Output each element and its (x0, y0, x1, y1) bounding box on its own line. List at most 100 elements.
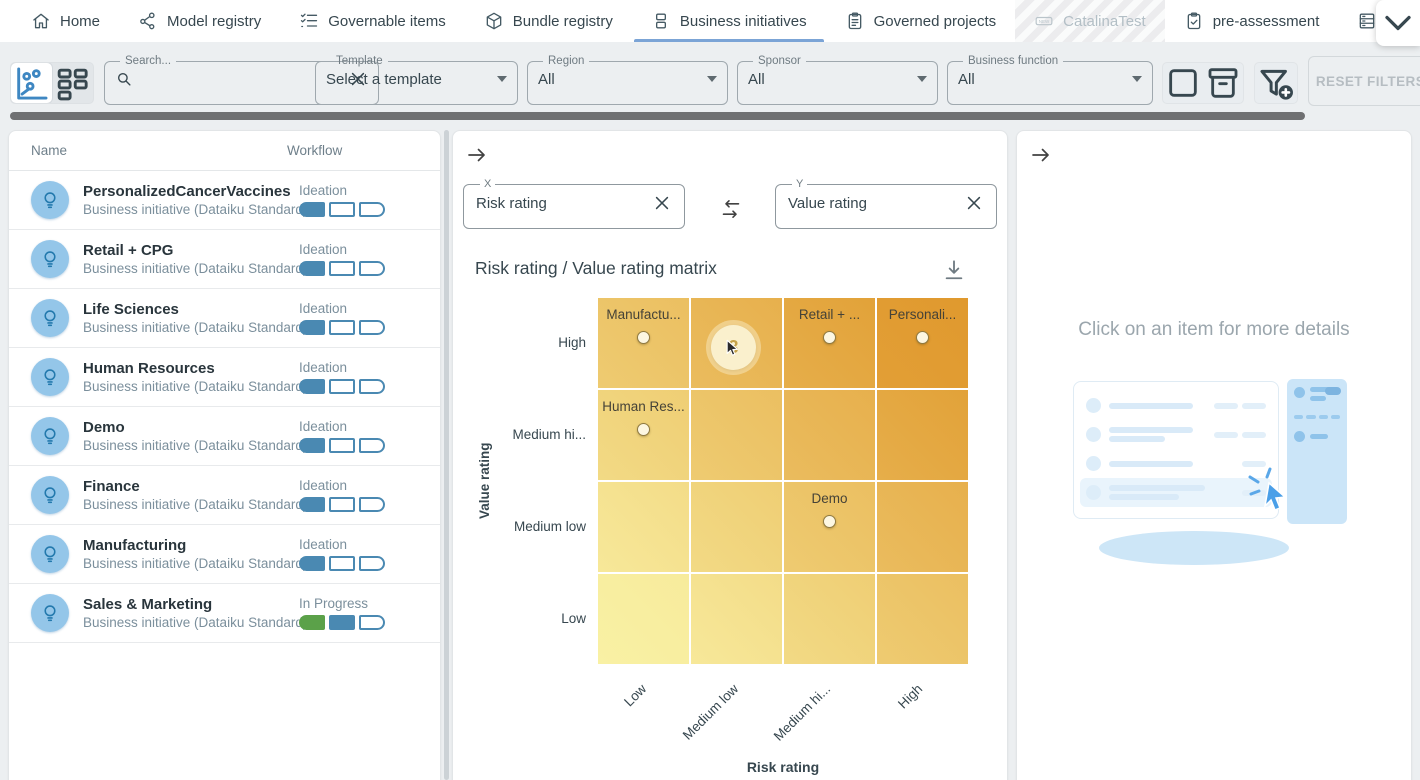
search-label: Search... (120, 55, 176, 67)
tab-model-registry[interactable]: Model registry (119, 0, 280, 42)
collapse-matrix-panel-button[interactable] (465, 143, 489, 167)
kanban-icon (52, 63, 93, 104)
matrix-point[interactable] (637, 423, 650, 436)
tab-home[interactable]: Home (12, 0, 119, 42)
top-nav: HomeModel registry Governable items Bundle… (0, 0, 1420, 42)
status-filter-toggle (1162, 62, 1244, 104)
tab-governable-items[interactable]: Governable items (280, 0, 465, 42)
arrow-right-icon (465, 143, 489, 167)
caret-down-icon (707, 76, 717, 82)
matrix-cell[interactable] (877, 482, 968, 572)
lightbulb-icon (39, 189, 61, 211)
tab-catalinatest[interactable]: NEWCatalinaTest (1015, 0, 1165, 42)
search-icon (115, 70, 133, 88)
vertical-scrollbar[interactable] (444, 130, 449, 780)
matrix-cell[interactable]: Manufactu... (598, 298, 689, 388)
tab-label: Bundle registry (513, 13, 613, 30)
active-items-button[interactable] (1163, 63, 1203, 103)
template-label: Template (331, 55, 388, 67)
matrix-point-label: Personali... (877, 307, 968, 322)
swap-horizontal-icon (719, 197, 743, 221)
matrix-cell[interactable] (877, 390, 968, 480)
matrix-cell[interactable] (691, 574, 782, 664)
matrix-view-button[interactable] (11, 63, 52, 103)
matrix-cell[interactable] (598, 482, 689, 572)
filter-plus-icon (1255, 63, 1297, 105)
scatter-chart-icon (11, 63, 52, 104)
matrix-cluster[interactable]: 3 (711, 325, 756, 370)
list-item[interactable]: FinanceBusiness initiative (Dataiku Stan… (9, 466, 440, 525)
y-tick-label: Medium hi... (481, 426, 586, 444)
y-axis-select[interactable]: Y Value rating (775, 179, 997, 229)
initiative-subtitle: Business initiative (Dataiku Standard) (83, 614, 299, 631)
matrix-cell[interactable] (691, 482, 782, 572)
workflow-progress (299, 202, 430, 217)
matrix-cell[interactable] (784, 574, 875, 664)
tab-governed-projects[interactable]: Governed projects (826, 0, 1016, 42)
click-cursor-icon (1245, 465, 1291, 511)
matrix-cell[interactable]: Human Res... (598, 390, 689, 480)
matrix-point[interactable] (823, 331, 836, 344)
illustration-list-card (1073, 381, 1279, 519)
matrix-grid: Manufactu... 3 Retail + ...Personali... Hum… (598, 298, 968, 664)
y-axis-clear-button[interactable] (964, 193, 984, 213)
matrix-cell[interactable] (877, 574, 968, 664)
matrix-point[interactable] (823, 515, 836, 528)
list-item[interactable]: Sales & MarketingBusiness initiative (Da… (9, 584, 440, 643)
details-empty-message: Click on an item for more details (1017, 319, 1411, 341)
list-item[interactable]: Retail + CPGBusiness initiative (Dataiku… (9, 230, 440, 289)
matrix-cell[interactable]: Personali... (877, 298, 968, 388)
workflow-status: Ideation (299, 537, 430, 552)
stacked-cards-icon (651, 11, 671, 31)
list-item[interactable]: ManufacturingBusiness initiative (Dataik… (9, 525, 440, 584)
tab-label: Governable items (328, 13, 446, 30)
workflow-status: Ideation (299, 419, 430, 434)
matrix-cell[interactable] (598, 574, 689, 664)
archive-icon (1203, 63, 1243, 103)
download-icon (941, 257, 967, 283)
matrix-point[interactable] (916, 331, 929, 344)
workflow-cell: Ideation (299, 183, 430, 217)
matrix-cell[interactable]: 3 (691, 298, 782, 388)
list-item[interactable]: PersonalizedCancerVaccinesBusiness initi… (9, 171, 440, 230)
matrix-cell[interactable]: Retail + ... (784, 298, 875, 388)
matrix-cell[interactable] (691, 390, 782, 480)
caret-down-icon (917, 76, 927, 82)
download-chart-button[interactable] (941, 257, 967, 283)
workflow-status: In Progress (299, 596, 430, 611)
initiative-name: Retail + CPG (83, 242, 299, 260)
list-item[interactable]: DemoBusiness initiative (Dataiku Standar… (9, 407, 440, 466)
tab-business-initiatives[interactable]: Business initiatives (632, 0, 826, 42)
workflow-cell: Ideation (299, 360, 430, 394)
add-filter-button[interactable] (1254, 62, 1298, 104)
reset-filters-button[interactable]: RESET FILTERS (1308, 56, 1420, 106)
horizontal-scrollbar[interactable] (10, 112, 1305, 120)
nav-overflow-button[interactable] (1376, 0, 1420, 46)
cube-icon (484, 11, 504, 31)
region-select[interactable]: Region All (527, 55, 728, 105)
matrix-cell[interactable] (784, 390, 875, 480)
x-tick-label: Medium hi... (745, 681, 833, 769)
x-axis-select[interactable]: X Risk rating (463, 179, 685, 229)
list-item[interactable]: Life SciencesBusiness initiative (Dataik… (9, 289, 440, 348)
matrix-cell[interactable]: Demo (784, 482, 875, 572)
tab-pre-assessment[interactable]: pre-assessment (1165, 0, 1339, 42)
sponsor-select[interactable]: Sponsor All (737, 55, 938, 105)
workflow-status: Ideation (299, 242, 430, 257)
initiative-avatar (31, 181, 69, 219)
swap-axes-button[interactable] (719, 197, 743, 221)
template-select[interactable]: Template Select a template (315, 55, 518, 105)
matrix-point[interactable] (637, 331, 650, 344)
collapse-details-panel-button[interactable] (1029, 143, 1053, 167)
archived-items-button[interactable] (1203, 63, 1243, 103)
x-tick-label: Medium low (653, 681, 741, 769)
card-view-button[interactable] (52, 63, 93, 103)
business-function-select[interactable]: Business function All (947, 55, 1153, 105)
workflow-cell: Ideation (299, 242, 430, 276)
list-item[interactable]: Human ResourcesBusiness initiative (Data… (9, 348, 440, 407)
x-axis-clear-button[interactable] (652, 193, 672, 213)
tab-bundle-registry[interactable]: Bundle registry (465, 0, 632, 42)
initiative-avatar (31, 535, 69, 573)
square-icon (1163, 63, 1203, 103)
search-input[interactable] (141, 71, 340, 88)
